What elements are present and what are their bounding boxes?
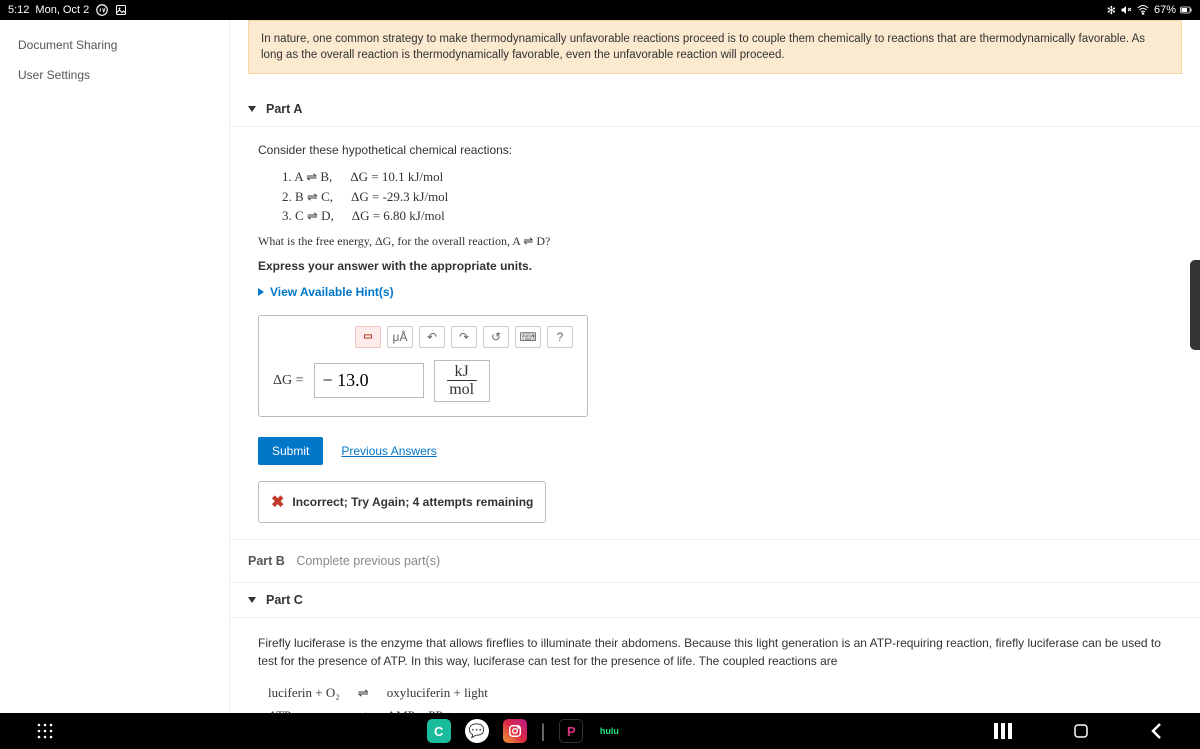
sidebar: Document Sharing User Settings [0,20,230,713]
special-chars-tool[interactable]: μÅ [387,326,413,348]
answer-toolbar: ▭ μÅ ↶ ↷ ↺ ⌨ ? [273,326,573,348]
wifi-icon [1136,4,1150,16]
sidebar-item-label: Document Sharing [18,38,117,52]
app-icon-instagram[interactable] [503,719,527,743]
status-date: Mon, Oct 2 [35,4,89,16]
hint-caret-icon [258,288,264,296]
part-c-paragraph-1: Firefly luciferase is the enzyme that al… [258,634,1172,670]
sidebar-item-document-sharing[interactable]: Document Sharing [0,30,229,60]
caret-down-icon [248,106,256,112]
sidebar-item-label: User Settings [18,68,90,82]
help-tool[interactable]: ? [547,326,573,348]
submit-button[interactable]: Submit [258,437,323,465]
keyboard-tool[interactable]: ⌨ [515,326,541,348]
status-bar: 5:12 Mon, Oct 2 ✻ 67% [0,0,1200,20]
undo-tool[interactable]: ↶ [419,326,445,348]
caret-down-icon [248,597,256,603]
question-text: What is the free energy, ΔG, for the ove… [258,234,1172,249]
nav-bar: C 💬 | P hulu [0,713,1200,749]
unit-display[interactable]: kJ mol [434,360,490,402]
view-hints-link[interactable]: View Available Hint(s) [258,285,1172,299]
feedback-text: Incorrect; Try Again; 4 attempts remaini… [292,495,533,509]
answer-box: ▭ μÅ ↶ ↷ ↺ ⌨ ? ΔG = kJ mol [258,315,588,417]
reactions-list: 1. A ⇌ B,ΔG = 10.1 kJ/mol 2. B ⇌ C,ΔG = … [282,167,1172,226]
part-c-body: Firefly luciferase is the enzyme that al… [230,618,1200,713]
taskbar-apps: C 💬 | P hulu [427,719,622,743]
instruction-text: Express your answer with the appropriate… [258,259,1172,273]
recents-button[interactable] [994,723,1012,739]
redo-tool[interactable]: ↷ [451,326,477,348]
coupled-reactions: luciferin + O₂⇌oxyluciferin + light ATP⇌… [258,680,498,713]
app-icon-c[interactable]: C [427,719,451,743]
side-handle[interactable] [1190,260,1200,350]
home-button[interactable] [1072,722,1090,740]
bluetooth-icon: ✻ [1107,4,1116,17]
app-icon-p[interactable]: P [559,719,583,743]
previous-answers-link[interactable]: Previous Answers [341,444,436,458]
app-icon-hulu[interactable]: hulu [597,719,621,743]
part-b-label: Part B [248,554,285,568]
consider-text: Consider these hypothetical chemical rea… [258,143,1172,157]
part-a-label: Part A [266,102,302,116]
sidebar-item-user-settings[interactable]: User Settings [0,60,229,90]
templates-tool[interactable]: ▭ [355,326,381,348]
content-area: In nature, one common strategy to make t… [230,20,1200,713]
picture-icon [115,4,127,16]
part-c-label: Part C [266,593,303,607]
tv-icon [95,3,109,17]
app-icon-chat[interactable]: 💬 [465,719,489,743]
battery-pct: 67% [1154,4,1176,16]
app-drawer-icon[interactable] [36,722,54,740]
status-time: 5:12 [8,4,29,16]
part-b-row: Part B Complete previous part(s) [230,539,1200,583]
part-a-header[interactable]: Part A [230,92,1200,127]
back-button[interactable] [1150,722,1164,740]
reset-tool[interactable]: ↺ [483,326,509,348]
mute-icon [1120,4,1132,16]
incorrect-icon: ✖ [271,492,284,512]
delta-g-label: ΔG = [273,373,304,389]
answer-value-input[interactable] [314,363,424,398]
part-b-status: Complete previous part(s) [296,554,440,568]
feedback-box: ✖ Incorrect; Try Again; 4 attempts remai… [258,481,546,523]
battery-icon [1180,5,1192,15]
divider-icon: | [541,721,546,742]
part-c-header[interactable]: Part C [230,583,1200,618]
intro-text: In nature, one common strategy to make t… [248,20,1182,74]
part-a-body: Consider these hypothetical chemical rea… [230,127,1200,539]
